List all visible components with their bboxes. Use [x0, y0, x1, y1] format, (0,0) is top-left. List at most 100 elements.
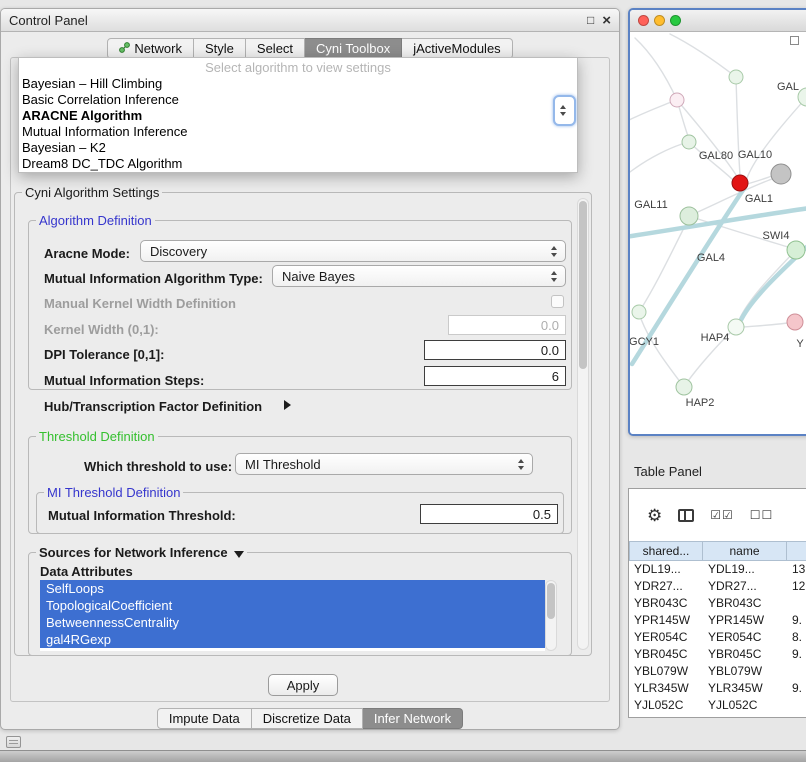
expand-triangle-icon[interactable]: [284, 400, 291, 410]
table-row[interactable]: YBR043CYBR043C: [629, 595, 806, 612]
settings-scrollbar[interactable]: [577, 198, 589, 650]
list-scrollbar[interactable]: [545, 580, 557, 651]
close-traffic-light[interactable]: [638, 15, 649, 26]
table-cell: YBR043C: [703, 595, 787, 612]
dpi-tolerance-input[interactable]: 0.0: [424, 340, 566, 360]
network-node[interactable]: [728, 319, 744, 335]
tab-infer-network[interactable]: Infer Network: [363, 708, 463, 729]
network-node[interactable]: [729, 70, 743, 84]
network-node[interactable]: [680, 207, 698, 225]
list-scrollbar-thumb[interactable]: [547, 583, 555, 619]
network-node[interactable]: [732, 175, 748, 191]
data-attributes-list[interactable]: SelfLoopsTopologicalCoefficientBetweenne…: [40, 580, 545, 651]
network-edge[interactable]: [670, 34, 736, 77]
columns-icon[interactable]: [678, 509, 694, 522]
algorithm-option[interactable]: Mutual Information Inference: [19, 124, 577, 140]
table-row[interactable]: YLR345WYLR345W9.: [629, 680, 806, 697]
node-label: HAP4: [701, 332, 730, 344]
table-row[interactable]: YDR27...YDR27...12: [629, 578, 806, 595]
table-cell: 9.: [787, 646, 806, 663]
network-node[interactable]: [798, 88, 806, 106]
algorithm-option[interactable]: Basic Correlation Inference: [19, 92, 577, 108]
manual-kernel-checkbox[interactable]: [551, 295, 564, 308]
updown-arrows-icon: [560, 105, 567, 116]
table-row[interactable]: YPR145WYPR145W9.: [629, 612, 806, 629]
select-all-checkboxes-icon[interactable]: ☑☑: [710, 509, 734, 521]
tab-impute-data[interactable]: Impute Data: [157, 708, 252, 729]
mi-type-value: Naive Bayes: [282, 269, 355, 284]
dropdown-placeholder: Select algorithm to view settings: [19, 59, 577, 76]
network-edge[interactable]: [630, 144, 682, 172]
table-column-header[interactable]: name: [703, 541, 787, 561]
gear-icon[interactable]: ⚙: [647, 507, 662, 524]
data-attribute-item[interactable]: SelfLoops: [40, 580, 545, 597]
network-node[interactable]: [771, 164, 791, 184]
minimized-panel-icon[interactable]: [6, 736, 21, 748]
settings-scrollbar-thumb[interactable]: [579, 201, 587, 369]
table-row[interactable]: YDL19...YDL19...13: [629, 561, 806, 578]
table-row[interactable]: YER054CYER054C8.: [629, 629, 806, 646]
aracne-mode-label: Aracne Mode:: [44, 246, 130, 261]
tab-jactivemodules[interactable]: jActiveModules: [402, 38, 512, 59]
algorithm-option[interactable]: Bayesian – Hill Climbing: [19, 76, 577, 92]
network-edge[interactable]: [630, 102, 671, 122]
network-window-titlebar[interactable]: [630, 10, 806, 32]
mi-steps-input[interactable]: 6: [424, 366, 566, 386]
sources-title-text: Sources for Network Inference: [39, 545, 228, 560]
deselect-all-checkboxes-icon[interactable]: ☐☐: [750, 509, 774, 521]
minimize-traffic-light[interactable]: [654, 15, 665, 26]
aracne-mode-select[interactable]: Discovery: [140, 240, 566, 262]
table-row[interactable]: YBR045CYBR045C9.: [629, 646, 806, 663]
tab-select[interactable]: Select: [246, 38, 305, 59]
data-attribute-item[interactable]: BetweennessCentrality: [40, 614, 545, 631]
table-row[interactable]: YBL079WYBL079W: [629, 663, 806, 680]
network-node[interactable]: [787, 314, 803, 330]
table-cell: [787, 663, 806, 680]
network-canvas[interactable]: GALGAL80GAL10GAL11GAL1SWI4GAL4GCY1HAP4YH…: [630, 32, 806, 434]
control-panel-titlebar[interactable]: Control Panel □ ×: [1, 9, 619, 32]
algorithm-option[interactable]: Dream8 DC_TDC Algorithm: [19, 156, 577, 172]
table-cell: YLR345W: [629, 680, 703, 697]
network-edge[interactable]: [641, 319, 684, 387]
network-node[interactable]: [632, 305, 646, 319]
network-node[interactable]: [787, 241, 805, 259]
sources-group-title[interactable]: Sources for Network Inference: [36, 545, 247, 560]
tab-discretize-data[interactable]: Discretize Data: [252, 708, 363, 729]
data-attribute-item[interactable]: TopologicalCoefficient: [40, 597, 545, 614]
which-threshold-select[interactable]: MI Threshold: [235, 453, 533, 475]
tab-cyni-toolbox[interactable]: Cyni Toolbox: [305, 38, 402, 59]
combobox-focus-fragment[interactable]: [553, 95, 576, 126]
algorithm-dropdown-list: Bayesian – Hill ClimbingBasic Correlatio…: [19, 76, 577, 172]
network-tab-icon: [119, 41, 130, 56]
node-label: GCY1: [630, 336, 659, 348]
network-node[interactable]: [682, 135, 696, 149]
birdseye-toggle[interactable]: [790, 36, 799, 45]
table-row[interactable]: YJL052CYJL052C: [629, 697, 806, 714]
close-icon[interactable]: ×: [602, 13, 611, 28]
table-column-header[interactable]: [787, 541, 806, 561]
bottom-status-band: [0, 750, 806, 762]
network-node[interactable]: [676, 379, 692, 395]
network-svg: GALGAL80GAL10GAL11GAL1SWI4GAL4GCY1HAP4YH…: [630, 32, 806, 436]
table-panel-window: ⚙ ☑☑ ☐☐ shared...name YDL19...YDL19...13…: [628, 488, 806, 718]
node-label: GAL: [777, 81, 799, 93]
table-column-header[interactable]: shared...: [629, 541, 703, 561]
algorithm-option[interactable]: ARACNE Algorithm: [19, 108, 577, 124]
network-edge[interactable]: [635, 38, 677, 100]
network-node[interactable]: [670, 93, 684, 107]
network-edge[interactable]: [639, 224, 686, 312]
algorithm-option[interactable]: Bayesian – K2: [19, 140, 577, 156]
table-cell: YBR043C: [629, 595, 703, 612]
table-toolbar: ⚙ ☑☑ ☐☐: [629, 489, 806, 541]
manual-kernel-label: Manual Kernel Width Definition: [44, 296, 236, 311]
zoom-traffic-light[interactable]: [670, 15, 681, 26]
mi-type-select[interactable]: Naive Bayes: [272, 265, 566, 287]
data-attribute-item[interactable]: gal4RGexp: [40, 631, 545, 648]
tab-network[interactable]: Network: [107, 38, 194, 59]
apply-button[interactable]: Apply: [268, 674, 338, 696]
hub-section-label[interactable]: Hub/Transcription Factor Definition: [44, 399, 262, 414]
float-window-icon[interactable]: □: [587, 14, 594, 26]
kernel-width-input[interactable]: 0.0: [448, 315, 566, 335]
tab-style[interactable]: Style: [194, 38, 246, 59]
mi-threshold-input[interactable]: 0.5: [420, 504, 558, 524]
